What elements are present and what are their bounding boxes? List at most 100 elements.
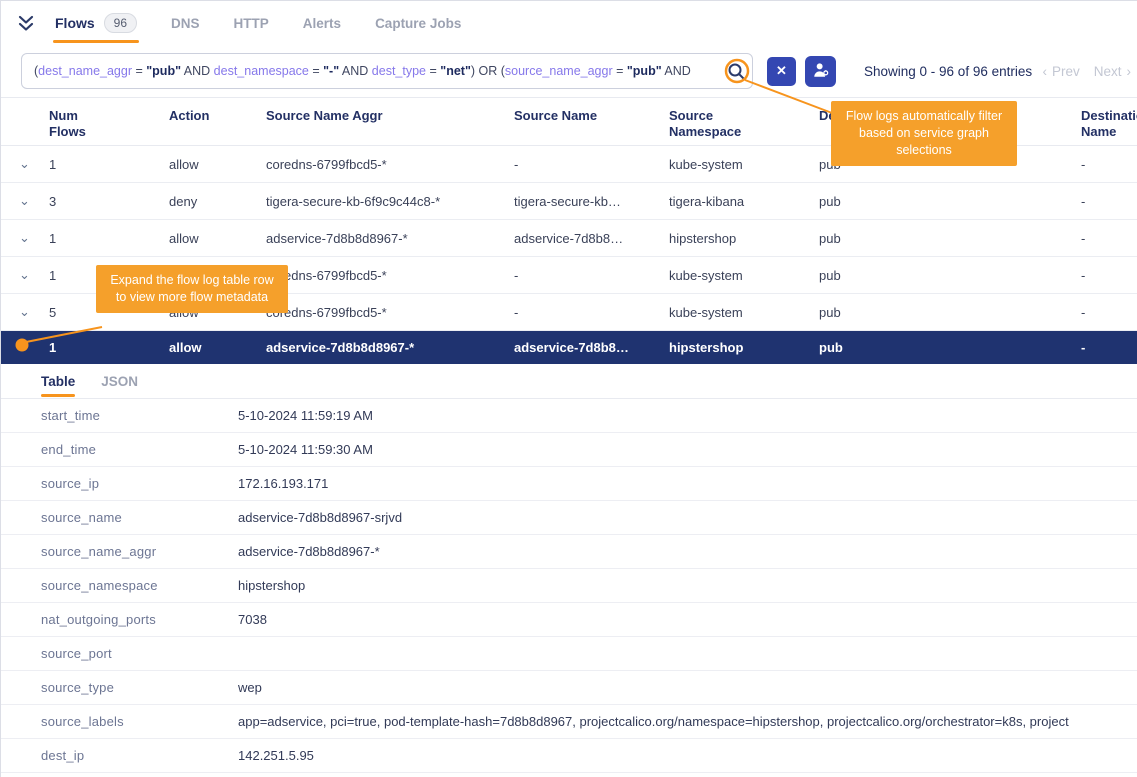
- cell-source-namespace: kube-system: [669, 268, 819, 283]
- cell-dest-name-aggr: pub: [819, 305, 1081, 320]
- query-segment-value: "net": [440, 64, 471, 78]
- cell-action: allow: [169, 157, 266, 172]
- detail-value: 5-10-2024 11:59:19 AM: [238, 408, 1137, 423]
- detail-key: nat_outgoing_ports: [41, 612, 238, 627]
- cell-source-namespace: tigera-kibana: [669, 194, 819, 209]
- detail-rows: start_time5-10-2024 11:59:19 AMend_time5…: [1, 399, 1137, 773]
- query-segment-plain: =: [132, 64, 146, 78]
- detail-key: source_name: [41, 510, 238, 525]
- detail-value: wep: [238, 680, 1137, 695]
- table-row[interactable]: ⌄3denytigera-secure-kb-6f9c9c44c8-*tiger…: [1, 183, 1137, 220]
- expand-row-tooltip: Expand the flow log table row to view mo…: [96, 265, 288, 313]
- cell-dest-name: -: [1081, 305, 1137, 320]
- detail-value: 142.251.5.95: [238, 748, 1137, 763]
- cell-source-namespace: kube-system: [669, 305, 819, 320]
- query-segment-plain: =: [426, 64, 440, 78]
- cell-source-name-aggr: tigera-secure-kb-6f9c9c44c8-*: [266, 194, 514, 209]
- query-segment-field: dest_type: [372, 64, 426, 78]
- query-segment-plain: ) OR (: [471, 64, 505, 78]
- close-icon: ✕: [776, 63, 787, 79]
- search-icon[interactable]: [726, 61, 746, 84]
- user-gear-icon: [812, 61, 830, 82]
- prev-label: Prev: [1052, 64, 1080, 79]
- table-row[interactable]: ⌄1allowadservice-7d8b8d8967-*adservice-7…: [1, 220, 1137, 257]
- query-segment-value: "pub": [146, 64, 181, 78]
- cell-action: allow: [169, 340, 266, 355]
- cell-source-name: adservice-7d8b8…: [514, 231, 669, 246]
- detail-row: end_time5-10-2024 11:59:30 AM: [1, 433, 1137, 467]
- cell-dest-name-aggr: pub: [819, 340, 1081, 355]
- detail-row: source_typewep: [1, 671, 1137, 705]
- tab-detail-table[interactable]: Table: [41, 364, 75, 398]
- cell-dest-name-aggr: pub: [819, 231, 1081, 246]
- table-row[interactable]: 1allowadservice-7d8b8d8967-*adservice-7d…: [1, 331, 1137, 364]
- chevron-left-icon: ‹: [1042, 64, 1047, 79]
- pagination: ‹ Prev Next ›: [1042, 64, 1131, 79]
- detail-value: 172.16.193.171: [238, 476, 1137, 491]
- flow-detail-panel: Table JSON start_time5-10-2024 11:59:19 …: [1, 364, 1137, 773]
- row-expand-chevron-icon[interactable]: ⌄: [1, 193, 49, 209]
- query-segment-plain: =: [309, 64, 323, 78]
- row-expand-chevron-icon[interactable]: ⌄: [1, 156, 49, 172]
- query-segment-value: "pub": [627, 64, 662, 78]
- cell-num-flows: 1: [49, 157, 169, 172]
- next-label: Next: [1094, 64, 1122, 79]
- tab-alerts[interactable]: Alerts: [303, 1, 341, 45]
- cell-source-name-aggr: coredns-6799fbcd5-*: [266, 305, 514, 320]
- detail-row: nat_outgoing_ports7038: [1, 603, 1137, 637]
- query-segment-plain: AND: [181, 64, 214, 78]
- detail-value: 5-10-2024 11:59:30 AM: [238, 442, 1137, 457]
- cell-source-name: -: [514, 157, 669, 172]
- query-segment-value: "-": [323, 64, 339, 78]
- tab-flows[interactable]: Flows 96: [55, 1, 137, 45]
- top-tab-bar: Flows 96 DNS HTTP Alerts Capture Jobs: [1, 1, 1137, 45]
- query-segment-field: dest_namespace: [214, 64, 309, 78]
- cell-source-name-aggr: coredns-6799fbcd5-*: [266, 268, 514, 283]
- detail-value: 7038: [238, 612, 1137, 627]
- filter-query-input[interactable]: (dest_name_aggr = "pub" AND dest_namespa…: [21, 53, 753, 89]
- detail-value: adservice-7d8b8d8967-*: [238, 544, 1137, 559]
- clear-filter-button[interactable]: ✕: [767, 57, 796, 86]
- cell-dest-name: -: [1081, 268, 1137, 283]
- cell-dest-name: -: [1081, 340, 1137, 355]
- collapse-panel-icon[interactable]: [17, 15, 35, 32]
- detail-key: source_type: [41, 680, 238, 695]
- header-source-name: Source Name: [514, 108, 669, 124]
- chevron-right-icon: ›: [1127, 64, 1132, 79]
- cell-source-name: tigera-secure-kb…: [514, 194, 669, 209]
- flows-count-badge: 96: [104, 13, 137, 33]
- tab-http[interactable]: HTTP: [234, 1, 269, 45]
- cell-num-flows: 1: [49, 340, 169, 355]
- tab-detail-json[interactable]: JSON: [101, 364, 138, 398]
- detail-value: adservice-7d8b8d8967-srjvd: [238, 510, 1137, 525]
- user-settings-button[interactable]: [805, 56, 836, 87]
- row-expand-chevron-icon[interactable]: ⌄: [1, 267, 49, 283]
- cell-source-namespace: hipstershop: [669, 340, 819, 355]
- cell-source-name-aggr: coredns-6799fbcd5-*: [266, 157, 514, 172]
- cell-dest-name: -: [1081, 231, 1137, 246]
- detail-row: source_nameadservice-7d8b8d8967-srjvd: [1, 501, 1137, 535]
- tab-dns[interactable]: DNS: [171, 1, 200, 45]
- detail-row: source_labelsapp=adservice, pci=true, po…: [1, 705, 1137, 739]
- cell-source-name: adservice-7d8b8…: [514, 340, 669, 355]
- row-expand-chevron-icon[interactable]: ⌄: [1, 304, 49, 320]
- filter-query-text: (dest_name_aggr = "pub" AND dest_namespa…: [34, 64, 691, 78]
- cell-dest-name-aggr: pub: [819, 268, 1081, 283]
- detail-key: source_port: [41, 646, 238, 661]
- prev-button[interactable]: ‹ Prev: [1042, 64, 1079, 79]
- filter-tooltip: Flow logs automatically filter based on …: [831, 101, 1017, 166]
- query-segment-plain: AND: [662, 64, 691, 78]
- query-segment-plain: AND: [339, 64, 372, 78]
- cell-num-flows: 1: [49, 231, 169, 246]
- tab-capture-jobs[interactable]: Capture Jobs: [375, 1, 461, 45]
- cell-source-name-aggr: adservice-7d8b8d8967-*: [266, 231, 514, 246]
- detail-key: source_ip: [41, 476, 238, 491]
- detail-row: start_time5-10-2024 11:59:19 AM: [1, 399, 1137, 433]
- query-segment-field: source_name_aggr: [505, 64, 613, 78]
- row-expand-chevron-icon[interactable]: ⌄: [1, 230, 49, 246]
- cell-source-namespace: kube-system: [669, 157, 819, 172]
- header-action: Action: [169, 108, 266, 124]
- next-button[interactable]: Next ›: [1094, 64, 1131, 79]
- detail-key: source_name_aggr: [41, 544, 238, 559]
- detail-key: start_time: [41, 408, 238, 423]
